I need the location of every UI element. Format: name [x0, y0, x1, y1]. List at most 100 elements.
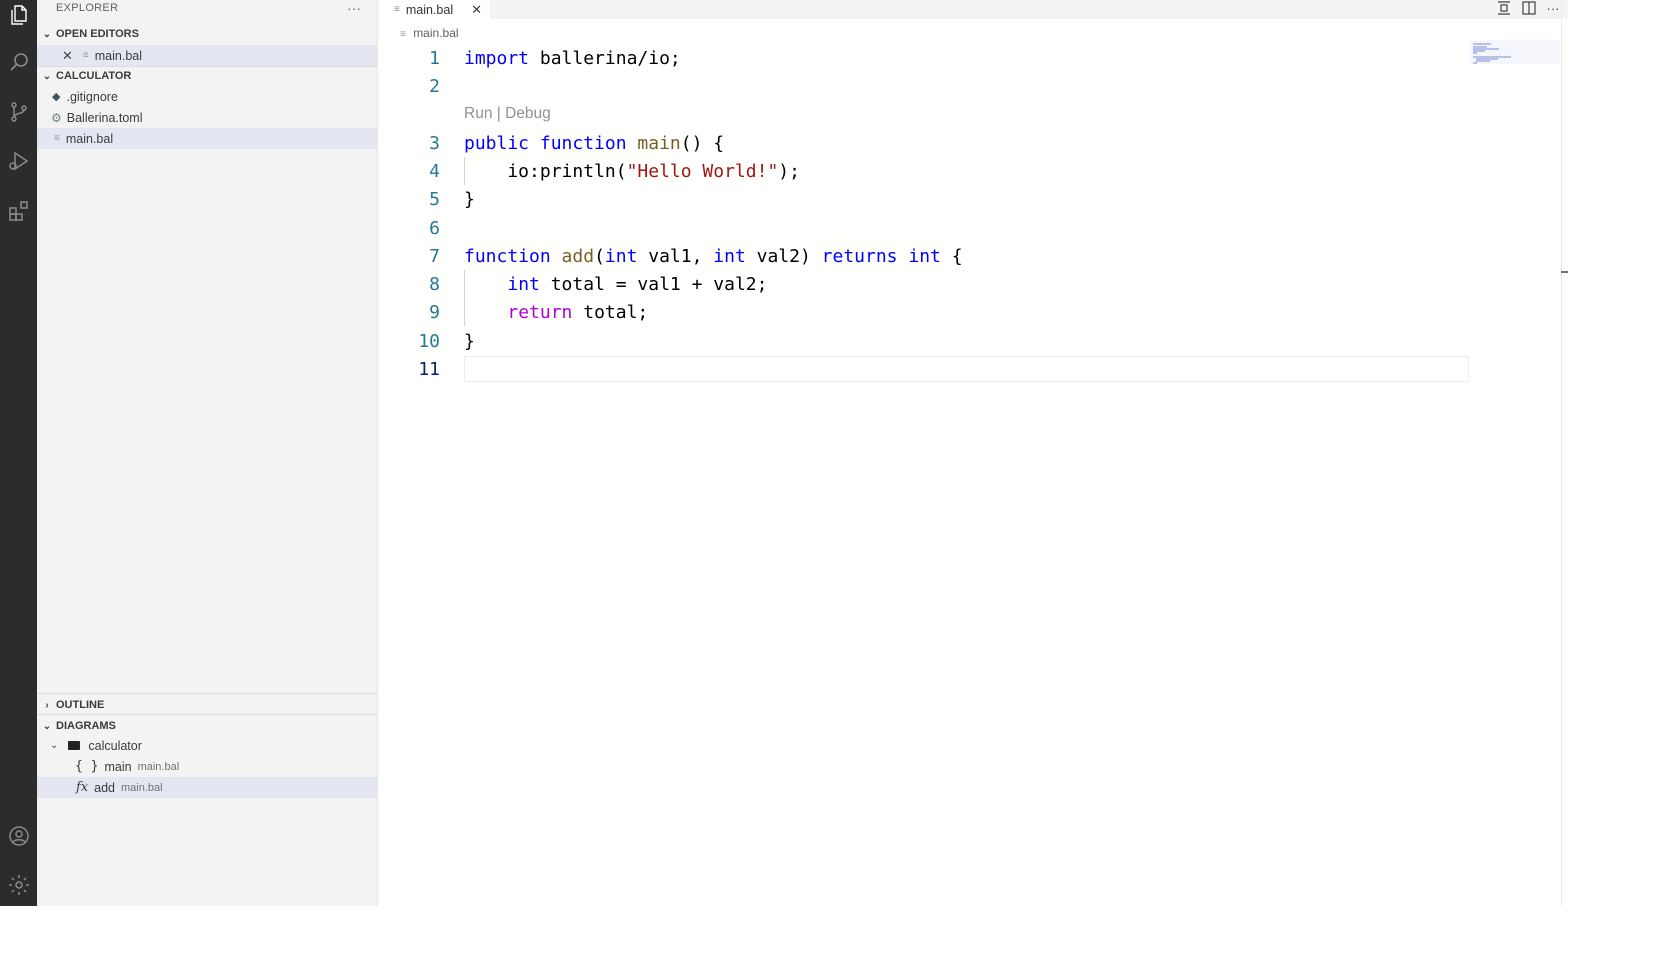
keyword: int: [507, 273, 540, 295]
code-text: }: [464, 188, 475, 210]
section-label: DIAGRAMS: [56, 720, 116, 732]
braces-icon: { }: [75, 759, 99, 774]
code-text: (: [594, 245, 605, 267]
chevron-down-icon: ⌄: [42, 28, 52, 40]
diagrams-header[interactable]: ⌄ DIAGRAMS: [37, 716, 377, 736]
explorer-title: EXPLORER: [56, 2, 119, 14]
vertical-scrollbar[interactable]: [1561, 0, 1569, 906]
keyword: function: [539, 132, 627, 154]
line-number: 6: [429, 217, 440, 239]
run-debug-codelens[interactable]: Run | Debug: [464, 105, 551, 123]
diagram-folder-calculator[interactable]: ⌄ calculator: [37, 735, 377, 756]
settings-gear-icon[interactable]: [4, 870, 33, 899]
code-line-5: 5 }: [378, 185, 1468, 213]
account-icon[interactable]: [4, 821, 33, 850]
code-text: val2): [745, 245, 822, 267]
code-lens: Run | Debug: [378, 100, 1468, 128]
function-icon: fx: [76, 780, 89, 795]
chevron-right-icon: ›: [45, 699, 49, 711]
diagram-file: main.bal: [121, 781, 163, 794]
tab-main-bal[interactable]: ≡ main.bal ✕: [378, 0, 490, 19]
file-item-main-bal[interactable]: ≡ main.bal: [37, 128, 377, 149]
code-text: io:println(: [464, 160, 627, 182]
open-editor-item[interactable]: ✕ ≡ main.bal: [37, 45, 377, 66]
line-number: 8: [429, 273, 440, 295]
diagram-file: main.bal: [137, 760, 180, 773]
file-lines-icon: ≡: [82, 50, 89, 61]
run-debug-icon[interactable]: [4, 146, 33, 175]
diagram-item-add[interactable]: fx add main.bal: [37, 777, 377, 798]
keyword: returns: [821, 245, 898, 267]
folder-icon: [68, 741, 81, 750]
line-number: 11: [418, 358, 440, 380]
chevron-down-icon: ⌄: [42, 70, 52, 82]
code-line-3: 3 public function main() {: [378, 129, 1468, 157]
chevron-down-icon: ⌄: [50, 740, 59, 751]
code-line-6: 6: [378, 214, 1468, 242]
diagram-item-main[interactable]: { } main main.bal: [37, 756, 377, 777]
code-text: total;: [572, 301, 649, 323]
keyword: function: [464, 245, 551, 267]
breadcrumb-file: main.bal: [413, 26, 459, 40]
editor-tab-bar: ≡ main.bal ✕: [378, 0, 1568, 19]
section-label: OPEN EDITORS: [56, 28, 139, 40]
calculator-header[interactable]: ⌄ CALCULATOR: [37, 66, 377, 86]
function-name: main: [637, 132, 681, 154]
code-line-7: 7 function add(int val1, int val2) retur…: [378, 242, 1468, 270]
file-label: main.bal: [65, 131, 114, 146]
explorer-sidebar: EXPLORER ··· ⌄ OPEN EDITORS ✕ ≡ main.bal…: [37, 0, 378, 906]
split-editor-icon[interactable]: [1518, 0, 1540, 16]
code-text: );: [778, 160, 800, 182]
minimap[interactable]: [1470, 40, 1560, 70]
open-diagram-icon[interactable]: [1493, 0, 1515, 16]
chevron-down-icon: ⌄: [42, 720, 52, 732]
section-label: CALCULATOR: [56, 70, 132, 82]
breadcrumb[interactable]: ≡ main.bal: [400, 26, 459, 40]
file-label: main.bal: [94, 48, 142, 63]
code-line-4: 4 io:println("Hello World!");: [378, 157, 1468, 185]
file-lines-icon: ≡: [54, 133, 60, 144]
keyword: return: [507, 301, 573, 323]
line-number: 5: [429, 188, 440, 210]
explorer-icon[interactable]: [4, 0, 33, 29]
divider: [37, 714, 377, 715]
code-line-1: 1 import ballerina/io;: [378, 44, 1468, 72]
close-icon[interactable]: ✕: [62, 48, 73, 64]
code-text: total = val1 + val2;: [539, 273, 768, 295]
divider: [37, 693, 377, 694]
tab-label: main.bal: [405, 2, 454, 17]
code-line-8: 8 int total = val1 + val2;: [378, 270, 1468, 298]
close-icon[interactable]: ✕: [471, 2, 482, 18]
scrollbar-cursor-marker: [1561, 271, 1568, 273]
line-number: 9: [429, 301, 440, 323]
code-line-2: 2: [378, 72, 1468, 100]
open-editors-header[interactable]: ⌄ OPEN EDITORS: [37, 24, 377, 44]
line-number: 10: [418, 330, 440, 352]
keyword: int: [908, 245, 941, 267]
line-number: 2: [429, 75, 440, 97]
file-lines-icon: ≡: [394, 4, 400, 15]
extensions-icon[interactable]: [4, 196, 33, 225]
string-literal: "Hello World!": [626, 160, 779, 182]
code-line-11: 11: [378, 355, 1468, 383]
outline-header[interactable]: › OUTLINE: [37, 695, 377, 715]
keyword: import: [464, 47, 530, 69]
git-icon: ◆: [52, 91, 61, 103]
line-number: 1: [429, 47, 440, 69]
file-label: .gitignore: [66, 89, 118, 104]
folder-label: calculator: [88, 738, 142, 753]
source-control-icon[interactable]: [4, 97, 33, 126]
search-icon[interactable]: [4, 47, 33, 76]
keyword: public: [464, 132, 530, 154]
keyword: int: [604, 245, 638, 267]
file-item-gitignore[interactable]: ◆ .gitignore: [37, 86, 377, 107]
code-text: () {: [680, 132, 725, 154]
file-lines-icon: ≡: [400, 29, 406, 40]
file-item-ballerina-toml[interactable]: ⚙ Ballerina.toml: [37, 107, 377, 128]
code-line-10: 10 }: [378, 327, 1468, 355]
line-number: 4: [429, 160, 440, 182]
line-number: 3: [429, 132, 440, 154]
gear-icon: ⚙: [51, 110, 62, 125]
more-actions-icon[interactable]: ···: [347, 0, 361, 16]
file-label: Ballerina.toml: [66, 110, 143, 125]
